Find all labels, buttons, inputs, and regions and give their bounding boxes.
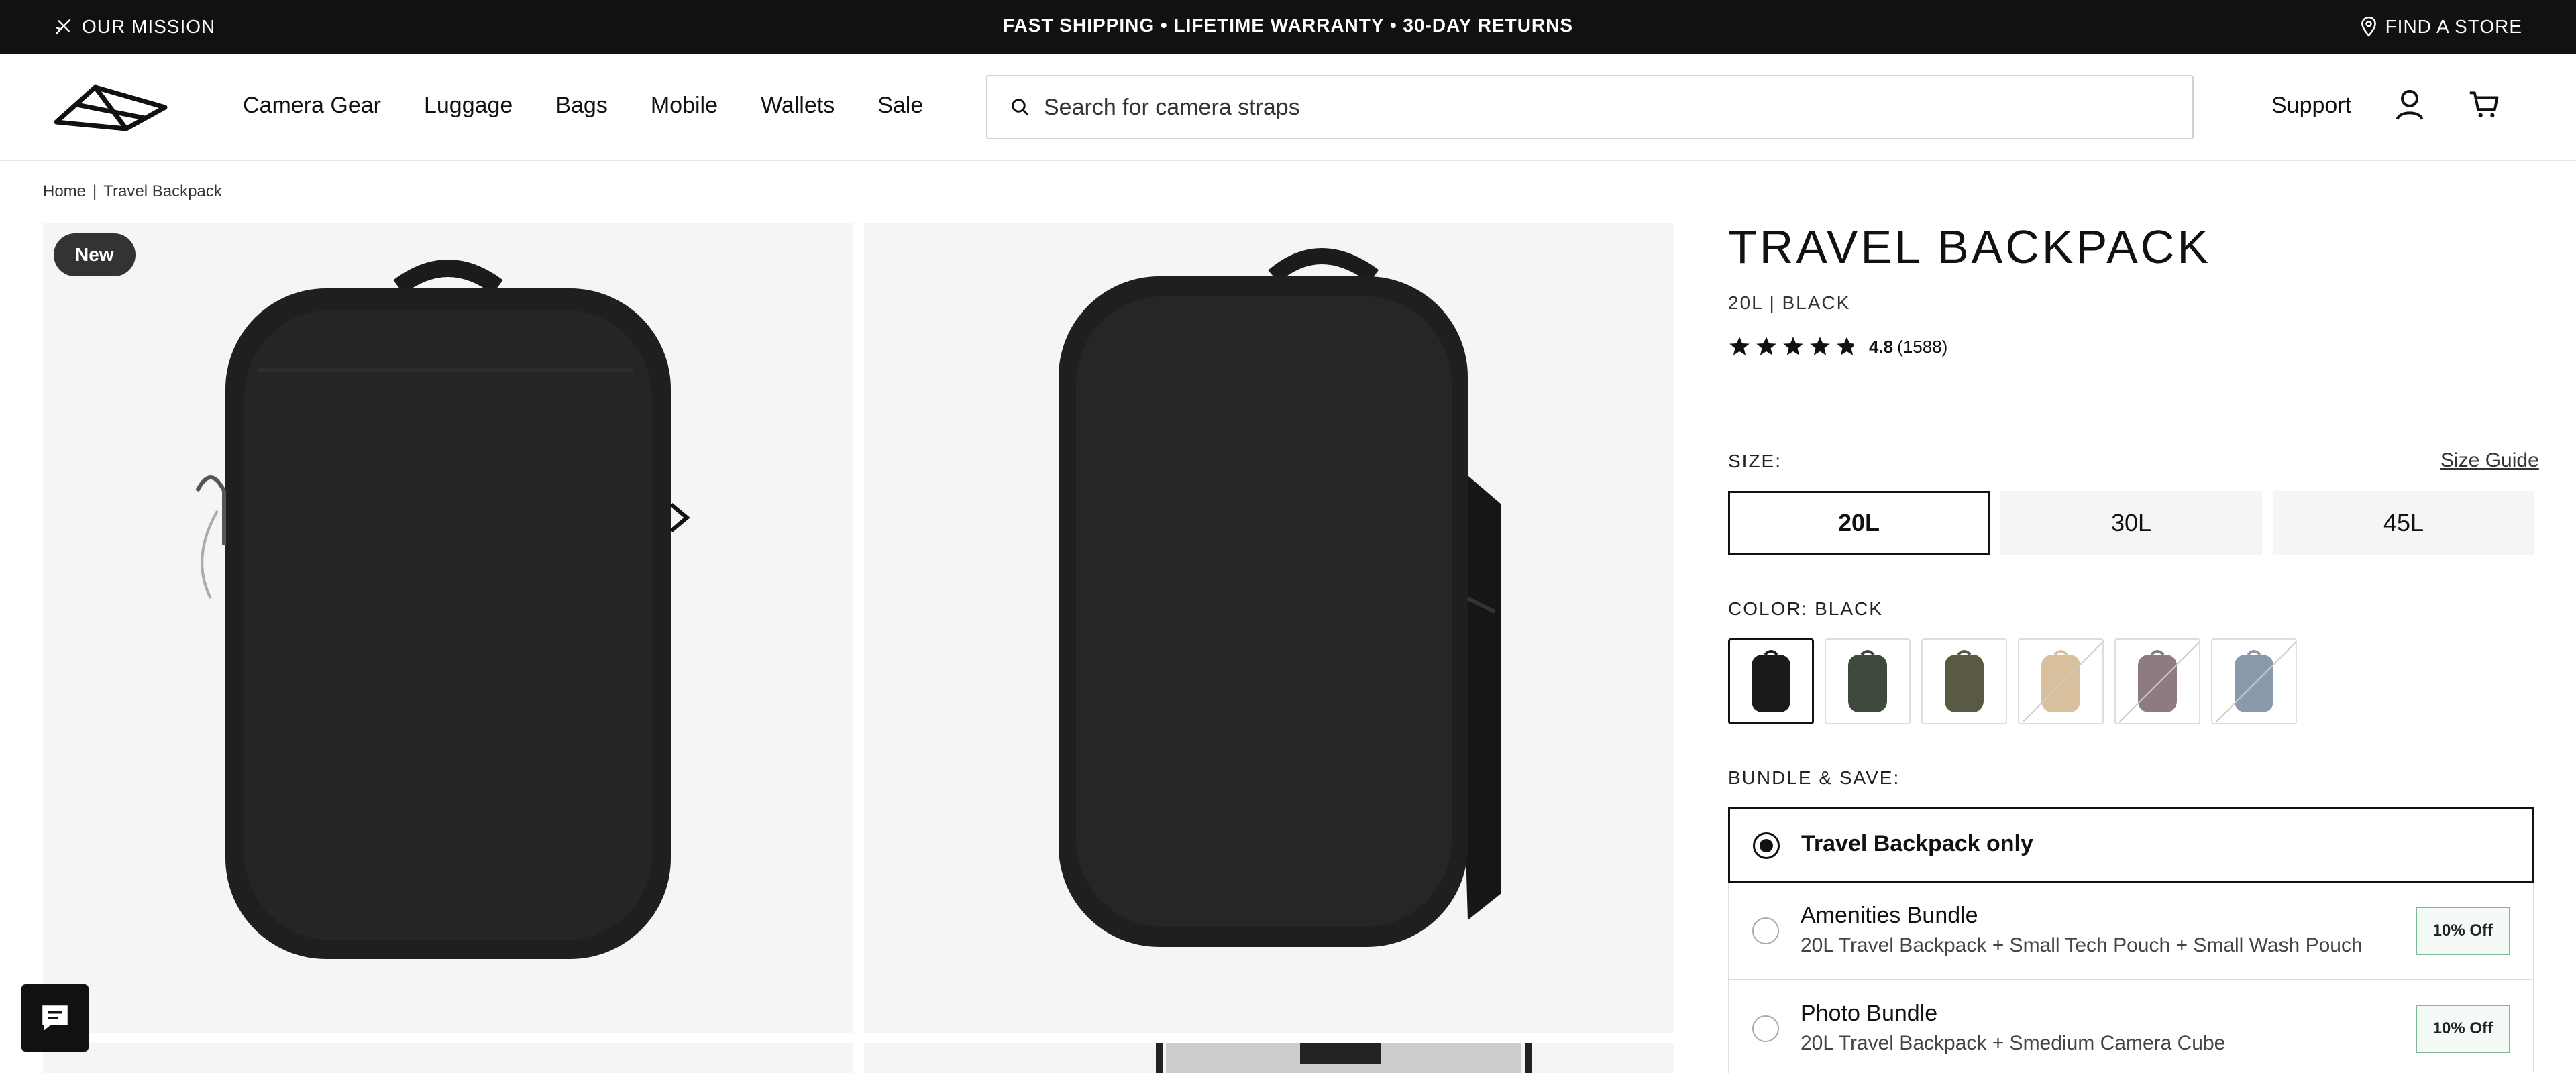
color-swatch-tan[interactable] [2018,638,2104,724]
nav-mobile[interactable]: Mobile [651,93,718,119]
backpack-tan-thumb [2041,650,2080,712]
size-option-20l[interactable]: 20L [1728,491,1990,555]
star-icon [1783,337,1803,355]
backpack-mauve-thumb [2138,650,2177,712]
color-swatch-sage[interactable] [1825,638,1911,724]
star-icon [1810,337,1830,355]
size-option-30l[interactable]: 30L [2000,491,2262,555]
star-half-icon [1837,337,1854,355]
color-swatch-mauve[interactable] [2114,638,2200,724]
bundle-description: 20L Travel Backpack + Small Tech Pouch +… [1801,934,2363,956]
size-label: SIZE: [1728,451,1782,471]
peak-design-logo-icon [54,84,168,131]
product-image-angle[interactable] [864,223,1674,1033]
bundle-label: BUNDLE & SAVE: [1728,767,1900,788]
backpack-sage-thumb [1848,650,1887,712]
breadcrumb-separator: | [93,182,97,201]
product-image-interior[interactable] [864,1043,1674,1073]
nav-links: Camera Gear Luggage Bags Mobile Wallets … [243,93,923,119]
bundle-radio[interactable] [1752,917,1779,944]
bundle-name: Travel Backpack only [1801,831,2033,856]
search-input[interactable] [1044,94,2117,121]
breadcrumb-home[interactable]: Home [43,182,86,201]
find-store-link[interactable]: FIND A STORE [2360,16,2522,38]
find-store-label: FIND A STORE [2385,16,2522,37]
backpack-interior-image [1156,1043,1532,1073]
support-link[interactable]: Support [2271,93,2351,119]
product-image-strap[interactable] [43,1043,853,1073]
rating-value: 4.8 [1869,336,1894,357]
chat-button[interactable] [21,984,89,1052]
backpack-angle-image [1059,248,1501,947]
promo-bar: OUR MISSION FAST SHIPPING • LIFETIME WAR… [0,0,2576,54]
color-label: COLOR: BLACK [1728,598,1883,619]
search-box[interactable] [986,75,2194,139]
location-pin-icon [2361,17,2376,37]
bundle-option-photo[interactable]: Photo Bundle 20L Travel Backpack + Smedi… [1728,980,2534,1073]
product-image-front[interactable]: New [43,223,853,1033]
rating-summary[interactable]: 4.8 (1588) [1728,335,1947,358]
nav-wallets[interactable]: Wallets [761,93,835,119]
discount-badge: 10% Off [2415,907,2510,955]
bundle-radio[interactable] [1752,1015,1779,1042]
size-guide-link[interactable]: Size Guide [2440,449,2539,472]
color-swatch-black[interactable] [1728,638,1814,724]
chat-icon [42,1005,68,1031]
size-option-45l[interactable]: 45L [2273,491,2534,555]
backpack-olive-thumb [1945,650,1984,712]
backpack-front-image [195,260,690,959]
nav-sale[interactable]: Sale [877,93,923,119]
user-icon [2396,89,2424,120]
backpack-blue-thumb [2235,650,2273,712]
star-icon [1756,337,1776,355]
bundle-radio[interactable] [1753,832,1780,859]
bundle-name: Photo Bundle [1801,1001,1938,1026]
product-title: TRAVEL BACKPACK [1728,221,2212,273]
review-count: (1588) [1897,336,1948,357]
breadcrumb-current[interactable]: Travel Backpack [103,182,222,201]
breadcrumb: Home | Travel Backpack [43,182,222,201]
bundle-option-backpack-only[interactable]: Travel Backpack only [1728,807,2534,883]
color-swatch-olive[interactable] [1921,638,2007,724]
bundle-name: Amenities Bundle [1801,903,1978,928]
bundle-description: 20L Travel Backpack + Smedium Camera Cub… [1801,1032,2226,1054]
cart-button[interactable] [2469,90,2500,123]
nav-bags[interactable]: Bags [555,93,608,119]
account-button[interactable] [2395,89,2424,124]
promo-text: FAST SHIPPING • LIFETIME WARRANTY • 30-D… [1002,15,1574,36]
nav-camera-gear[interactable]: Camera Gear [243,93,381,119]
discount-badge: 10% Off [2415,1005,2510,1053]
star-icon [1729,337,1750,355]
product-variant: 20L | BLACK [1728,292,1851,313]
nav-luggage[interactable]: Luggage [424,93,513,119]
brand-logo[interactable] [54,82,168,135]
backpack-black-thumb [1752,650,1790,712]
cart-icon [2469,91,2499,118]
bundle-option-amenities[interactable]: Amenities Bundle 20L Travel Backpack + S… [1728,883,2534,980]
main-nav: Camera Gear Luggage Bags Mobile Wallets … [0,54,2576,161]
search-icon [1012,99,1029,116]
color-swatch-blue[interactable] [2211,638,2297,724]
